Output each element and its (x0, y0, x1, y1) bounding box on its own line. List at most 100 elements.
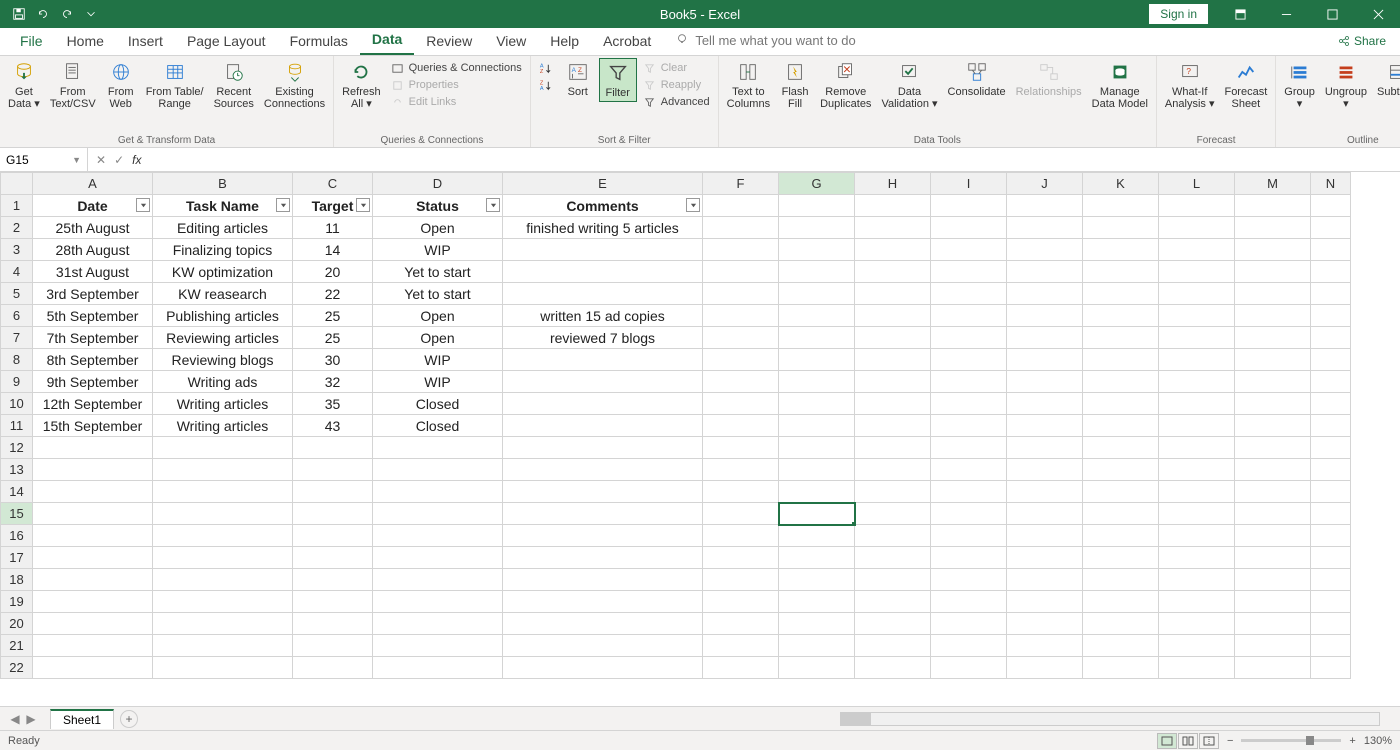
cell-L14[interactable] (1159, 481, 1235, 503)
cell-N14[interactable] (1311, 481, 1351, 503)
cell-H6[interactable] (855, 305, 931, 327)
cell-C20[interactable] (293, 613, 373, 635)
cell-L22[interactable] (1159, 657, 1235, 679)
cell-M14[interactable] (1235, 481, 1311, 503)
zoom-in-button[interactable]: + (1349, 735, 1355, 747)
cell-K9[interactable] (1083, 371, 1159, 393)
cell-G18[interactable] (779, 569, 855, 591)
cell-H22[interactable] (855, 657, 931, 679)
sign-in-button[interactable]: Sign in (1149, 4, 1208, 24)
column-header-M[interactable]: M (1235, 173, 1311, 195)
filter-dropdown-B1[interactable] (276, 198, 290, 212)
cell-K6[interactable] (1083, 305, 1159, 327)
column-header-F[interactable]: F (703, 173, 779, 195)
from-web-button[interactable]: FromWeb (102, 58, 140, 112)
cell-K15[interactable] (1083, 503, 1159, 525)
cell-N3[interactable] (1311, 239, 1351, 261)
cell-F10[interactable] (703, 393, 779, 415)
cell-M22[interactable] (1235, 657, 1311, 679)
cell-G20[interactable] (779, 613, 855, 635)
cell-J2[interactable] (1007, 217, 1083, 239)
cell-I2[interactable] (931, 217, 1007, 239)
cell-B14[interactable] (153, 481, 293, 503)
cell-H8[interactable] (855, 349, 931, 371)
cell-C7[interactable]: 25 (293, 327, 373, 349)
row-header-13[interactable]: 13 (1, 459, 33, 481)
cell-L11[interactable] (1159, 415, 1235, 437)
cell-K17[interactable] (1083, 547, 1159, 569)
cell-I8[interactable] (931, 349, 1007, 371)
cell-J3[interactable] (1007, 239, 1083, 261)
cell-H4[interactable] (855, 261, 931, 283)
cell-A7[interactable]: 7th September (33, 327, 153, 349)
row-header-10[interactable]: 10 (1, 393, 33, 415)
flash-fill-button[interactable]: FlashFill (776, 58, 814, 112)
cell-C15[interactable] (293, 503, 373, 525)
sort-za-button[interactable]: ZA (535, 77, 557, 93)
cell-L13[interactable] (1159, 459, 1235, 481)
cell-D2[interactable]: Open (373, 217, 503, 239)
cell-C9[interactable]: 32 (293, 371, 373, 393)
cell-I22[interactable] (931, 657, 1007, 679)
filter-dropdown-D1[interactable] (486, 198, 500, 212)
cell-E20[interactable] (503, 613, 703, 635)
cell-G2[interactable] (779, 217, 855, 239)
cell-A15[interactable] (33, 503, 153, 525)
cell-C6[interactable]: 25 (293, 305, 373, 327)
cell-J7[interactable] (1007, 327, 1083, 349)
cell-L17[interactable] (1159, 547, 1235, 569)
cell-I15[interactable] (931, 503, 1007, 525)
data-validation-button[interactable]: DataValidation ▾ (877, 58, 941, 112)
remove-duplicates-button[interactable]: RemoveDuplicates (816, 58, 875, 112)
qat-customize-icon[interactable] (80, 3, 102, 25)
cell-H17[interactable] (855, 547, 931, 569)
cell-L1[interactable] (1159, 195, 1235, 217)
zoom-percent[interactable]: 130% (1364, 735, 1392, 747)
cell-H21[interactable] (855, 635, 931, 657)
cell-M4[interactable] (1235, 261, 1311, 283)
row-header-22[interactable]: 22 (1, 657, 33, 679)
cell-G10[interactable] (779, 393, 855, 415)
cell-D12[interactable] (373, 437, 503, 459)
cell-D13[interactable] (373, 459, 503, 481)
cell-J8[interactable] (1007, 349, 1083, 371)
column-header-N[interactable]: N (1311, 173, 1351, 195)
cell-D18[interactable] (373, 569, 503, 591)
group-button[interactable]: Group▾ (1280, 58, 1319, 112)
cell-H7[interactable] (855, 327, 931, 349)
tell-me-search[interactable]: Tell me what you want to do (663, 26, 867, 55)
column-header-D[interactable]: D (373, 173, 503, 195)
cell-A16[interactable] (33, 525, 153, 547)
cell-F17[interactable] (703, 547, 779, 569)
row-header-3[interactable]: 3 (1, 239, 33, 261)
cell-H19[interactable] (855, 591, 931, 613)
whatif-button[interactable]: ?What-IfAnalysis ▾ (1161, 58, 1219, 112)
cell-E7[interactable]: reviewed 7 blogs (503, 327, 703, 349)
cell-D15[interactable] (373, 503, 503, 525)
cell-E14[interactable] (503, 481, 703, 503)
close-icon[interactable] (1356, 0, 1400, 28)
select-all-cell[interactable] (1, 173, 33, 195)
cell-C3[interactable]: 14 (293, 239, 373, 261)
cell-A17[interactable] (33, 547, 153, 569)
cell-M20[interactable] (1235, 613, 1311, 635)
row-header-11[interactable]: 11 (1, 415, 33, 437)
data-model-button[interactable]: ManageData Model (1088, 58, 1152, 112)
cell-L12[interactable] (1159, 437, 1235, 459)
cell-L2[interactable] (1159, 217, 1235, 239)
from-textcsv-button[interactable]: FromText/CSV (46, 58, 100, 112)
tab-data[interactable]: Data (360, 25, 414, 55)
cell-I12[interactable] (931, 437, 1007, 459)
cell-M19[interactable] (1235, 591, 1311, 613)
cell-G15[interactable] (779, 503, 855, 525)
column-header-L[interactable]: L (1159, 173, 1235, 195)
cell-D16[interactable] (373, 525, 503, 547)
cell-J21[interactable] (1007, 635, 1083, 657)
cell-E16[interactable] (503, 525, 703, 547)
cell-F4[interactable] (703, 261, 779, 283)
cell-D19[interactable] (373, 591, 503, 613)
cell-K21[interactable] (1083, 635, 1159, 657)
row-header-4[interactable]: 4 (1, 261, 33, 283)
cell-G8[interactable] (779, 349, 855, 371)
cell-C4[interactable]: 20 (293, 261, 373, 283)
